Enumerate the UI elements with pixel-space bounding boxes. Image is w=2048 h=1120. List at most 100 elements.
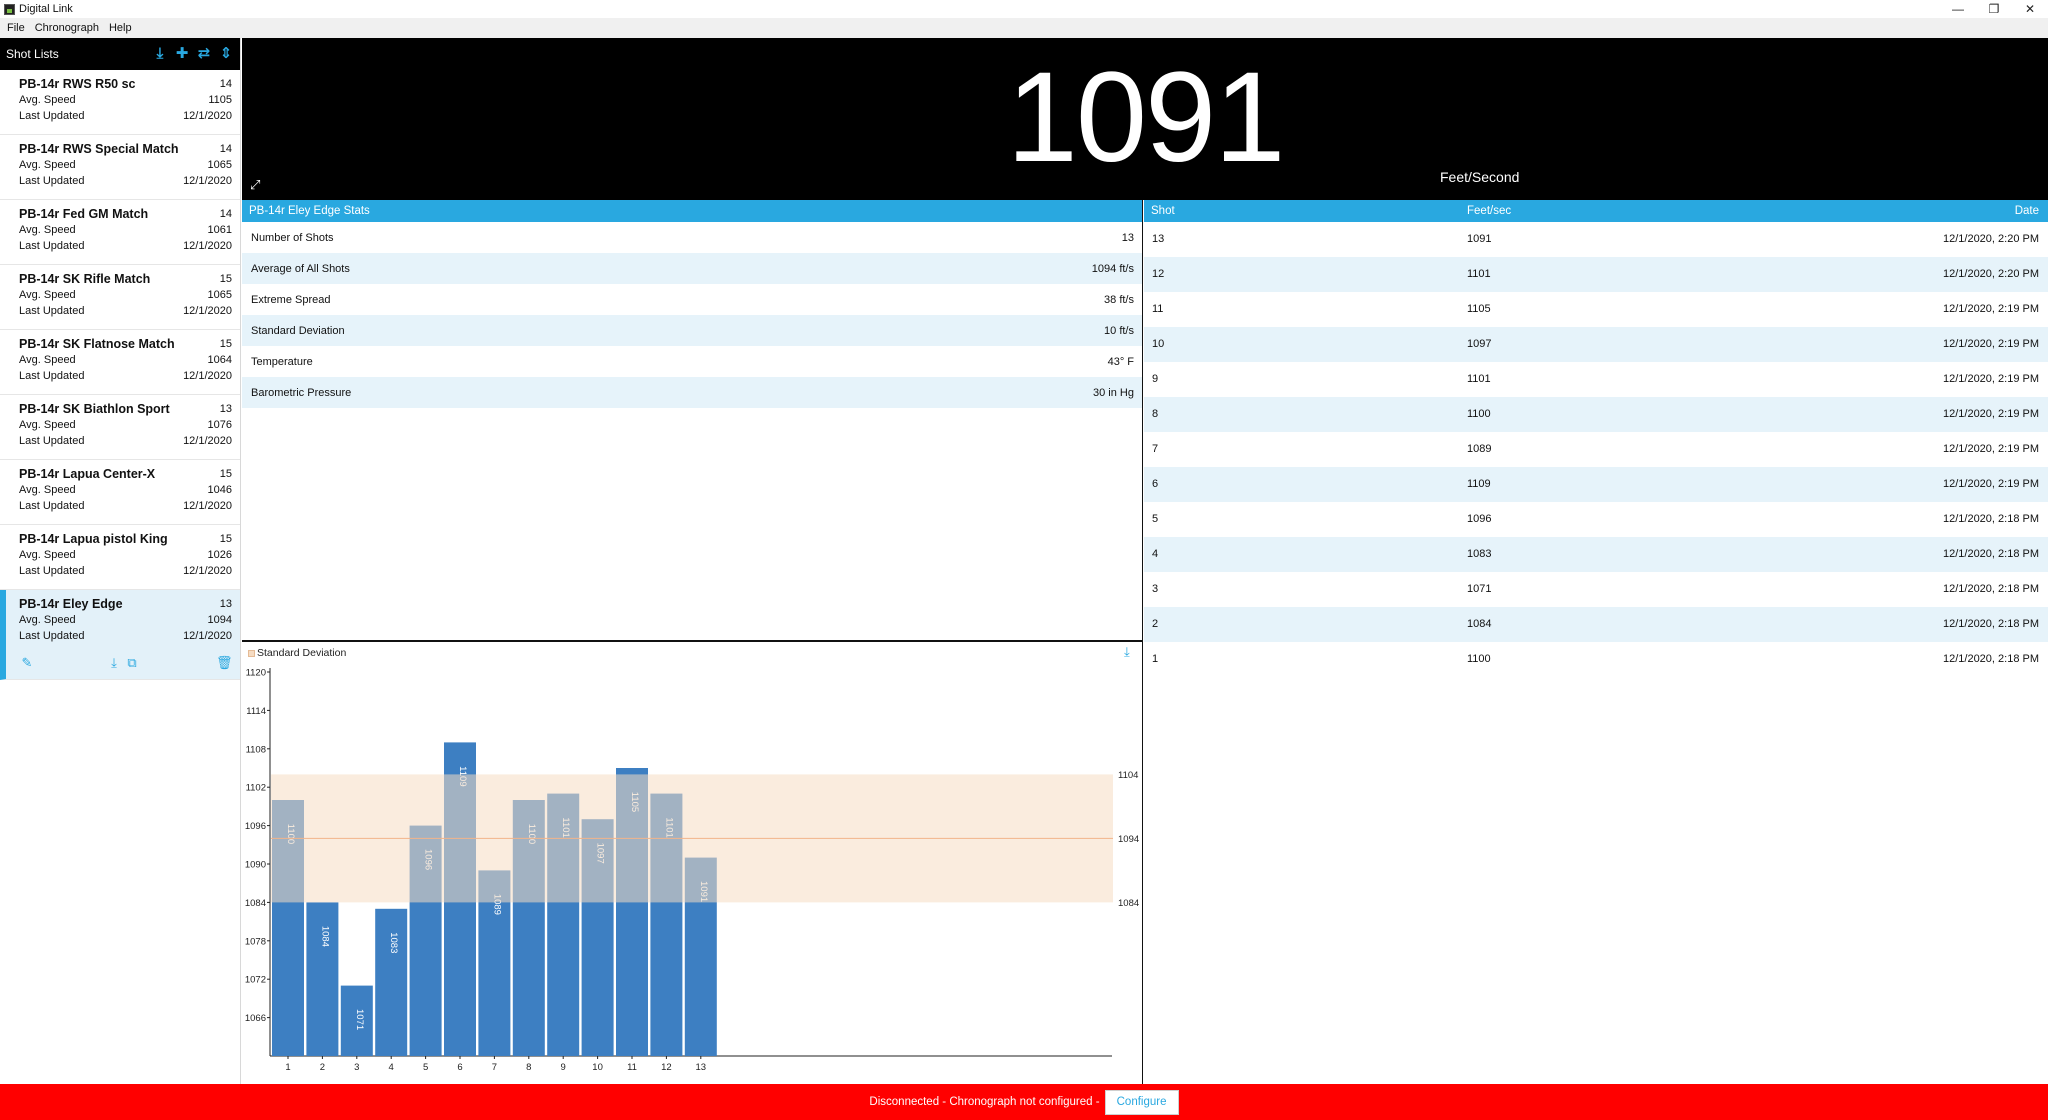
- date-cell: 12/1/2020, 2:20 PM: [1942, 233, 2039, 245]
- sidebar-title: Shot Lists: [6, 47, 59, 61]
- table-row[interactable]: 3 1071 12/1/2020, 2:18 PM: [1144, 572, 2048, 607]
- avg-value: 1065: [207, 289, 232, 301]
- sidebar-header: Shot Lists ⤓ ✚ ⇄ ⇕: [0, 38, 240, 70]
- legend-swatch: [248, 649, 255, 657]
- status-message: Disconnected - Chronograph not configure…: [869, 1096, 1100, 1108]
- list-name: PB-14r SK Flatnose Match: [19, 337, 175, 351]
- list-name: PB-14r Lapua Center-X: [19, 467, 156, 481]
- table-row[interactable]: 11 1105 12/1/2020, 2:19 PM: [1144, 292, 2048, 327]
- app-logo-icon: [4, 3, 15, 15]
- table-row[interactable]: 8 1100 12/1/2020, 2:19 PM: [1144, 397, 2048, 432]
- stats-table: Number of Shots 13 Average of All Shots 10…: [242, 222, 1142, 408]
- table-row[interactable]: 4 1083 12/1/2020, 2:18 PM: [1144, 537, 2048, 572]
- speed-cell: 1100: [1467, 653, 1491, 665]
- table-row[interactable]: 12 1101 12/1/2020, 2:20 PM: [1144, 257, 2048, 292]
- table-row[interactable]: 2 1084 12/1/2020, 2:18 PM: [1144, 607, 2048, 642]
- shots-table-body: 13 1091 12/1/2020, 2:20 PM 12 1101 12/1/2020,…: [1144, 222, 2048, 677]
- table-row[interactable]: 1 1100 12/1/2020, 2:18 PM: [1144, 642, 2048, 677]
- stat-row: Extreme Spread 38 ft/s: [242, 284, 1142, 315]
- shot-list-item[interactable]: PB-14r SK Rifle Match 15 Avg. Speed 1065 L…: [0, 265, 240, 330]
- x-tick-label: 7: [492, 1062, 497, 1073]
- shot-cell: 13: [1152, 233, 1165, 245]
- updated-label: Last Updated: [19, 565, 85, 577]
- col-shot-header[interactable]: Shot: [1151, 205, 1175, 217]
- stat-label: Average of All Shots: [251, 262, 350, 275]
- list-count: 13: [219, 598, 232, 610]
- table-row[interactable]: 10 1097 12/1/2020, 2:19 PM: [1144, 327, 2048, 362]
- list-actions: ✎ ⤓ ⧉ 🗑: [19, 655, 233, 671]
- y-tick-label: 1084: [245, 898, 266, 909]
- updated-label: Last Updated: [19, 435, 85, 447]
- stat-row: Standard Deviation 10 ft/s: [242, 315, 1142, 346]
- app-window: Digital Link — ❐ ✕ File Chronograph Help…: [0, 0, 2048, 1120]
- table-row[interactable]: 6 1109 12/1/2020, 2:19 PM: [1144, 467, 2048, 502]
- stat-value: 30 in Hg: [1093, 386, 1134, 399]
- stat-label: Extreme Spread: [251, 293, 331, 306]
- avg-value: 1094: [207, 614, 232, 626]
- chart-download-icon[interactable]: ⤓: [1124, 645, 1138, 659]
- menu-help[interactable]: Help: [104, 22, 137, 34]
- chart-legend[interactable]: Standard Deviation: [248, 647, 346, 659]
- sort-icon[interactable]: ⇕: [218, 46, 234, 62]
- velocity-chart: 1120111411081102109610901084107810721066…: [245, 668, 1139, 1074]
- avg-label: Avg. Speed: [19, 94, 76, 106]
- speed-cell: 1096: [1467, 513, 1492, 525]
- y-tick-label: 1114: [246, 706, 266, 717]
- updated-label: Last Updated: [19, 240, 85, 252]
- shot-list-item-selected[interactable]: PB-14r Eley Edge 13 Avg. Speed 1094 Last U…: [0, 590, 240, 680]
- menu-file[interactable]: File: [2, 22, 30, 34]
- updated-value: 12/1/2020: [183, 370, 232, 382]
- copy-icon[interactable]: ⧉: [124, 655, 140, 671]
- shot-list-item[interactable]: PB-14r RWS R50 sc 14 Avg. Speed 1105 Last …: [0, 70, 240, 135]
- stat-label: Barometric Pressure: [251, 386, 352, 399]
- date-cell: 12/1/2020, 2:19 PM: [1942, 443, 2039, 455]
- col-date-header[interactable]: Date: [2015, 205, 2039, 217]
- band-label: 1094: [1118, 834, 1139, 845]
- table-row[interactable]: 7 1089 12/1/2020, 2:19 PM: [1144, 432, 2048, 467]
- table-row[interactable]: 9 1101 12/1/2020, 2:19 PM: [1144, 362, 2048, 397]
- shot-list-item[interactable]: PB-14r Lapua Center-X 15 Avg. Speed 1046 L…: [0, 460, 240, 525]
- shot-cell: 1: [1152, 653, 1159, 665]
- updated-label: Last Updated: [19, 305, 85, 317]
- velocity-unit: Feet/Second: [1440, 169, 1520, 185]
- table-row[interactable]: 13 1091 12/1/2020, 2:20 PM: [1144, 222, 2048, 257]
- list-count: 14: [219, 208, 232, 220]
- download-icon[interactable]: ⤓: [106, 655, 122, 671]
- stat-row: Barometric Pressure 30 in Hg: [242, 377, 1142, 408]
- table-row[interactable]: 5 1096 12/1/2020, 2:18 PM: [1144, 502, 2048, 537]
- current-velocity: 1091: [1006, 46, 1286, 189]
- shot-list-item[interactable]: PB-14r RWS Special Match 14 Avg. Speed 106…: [0, 135, 240, 200]
- avg-label: Avg. Speed: [19, 289, 76, 301]
- edit-icon[interactable]: ✎: [19, 655, 35, 671]
- menu-chronograph[interactable]: Chronograph: [30, 22, 104, 34]
- col-speed-header[interactable]: Feet/sec: [1467, 205, 1511, 217]
- shot-list-item[interactable]: PB-14r Fed GM Match 14 Avg. Speed 1061 Las…: [0, 200, 240, 265]
- date-cell: 12/1/2020, 2:19 PM: [1942, 478, 2039, 490]
- restore-icon[interactable]: ❐: [1976, 0, 2012, 18]
- stats-title: PB-14r Eley Edge Stats: [242, 200, 1142, 222]
- download-icon[interactable]: ⤓: [152, 46, 168, 62]
- updated-value: 12/1/2020: [183, 110, 232, 122]
- speed-cell: 1109: [1467, 478, 1491, 490]
- x-tick-label: 9: [561, 1062, 566, 1073]
- shot-cell: 12: [1152, 268, 1165, 280]
- shot-cell: 5: [1152, 513, 1159, 525]
- shot-list-item[interactable]: PB-14r SK Biathlon Sport 13 Avg. Speed 107…: [0, 395, 240, 460]
- configure-button[interactable]: Configure: [1104, 1089, 1179, 1115]
- date-cell: 12/1/2020, 2:19 PM: [1942, 373, 2039, 385]
- stat-label: Number of Shots: [251, 231, 334, 244]
- avg-value: 1064: [207, 354, 232, 366]
- date-cell: 12/1/2020, 2:18 PM: [1942, 583, 2039, 595]
- expand-icon[interactable]: ⤢: [250, 178, 264, 192]
- shot-list-item[interactable]: PB-14r SK Flatnose Match 15 Avg. Speed 106…: [0, 330, 240, 395]
- transfer-icon[interactable]: ⇄: [196, 46, 212, 62]
- close-icon[interactable]: ✕: [2012, 0, 2048, 18]
- speed-cell: 1101: [1467, 373, 1491, 385]
- shot-list-item[interactable]: PB-14r Lapua pistol King 15 Avg. Speed 102…: [0, 525, 240, 590]
- minimize-icon[interactable]: —: [1940, 0, 1976, 18]
- list-count: 15: [219, 533, 232, 545]
- list-count: 15: [219, 338, 232, 350]
- delete-icon[interactable]: 🗑: [216, 655, 233, 671]
- avg-label: Avg. Speed: [19, 354, 76, 366]
- add-icon[interactable]: ✚: [174, 46, 190, 62]
